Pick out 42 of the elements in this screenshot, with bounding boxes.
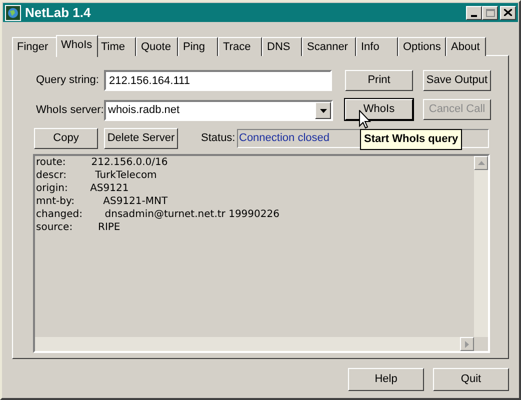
caret-icon (320, 108, 326, 112)
window-title: NetLab 1.4 (25, 4, 91, 22)
status-label: Status: (201, 131, 236, 146)
query-field[interactable]: 212.156.164.111 (104, 70, 332, 91)
dropdown-arrow-button[interactable] (315, 102, 331, 119)
vertical-scrollbar[interactable] (474, 156, 488, 337)
maximize-button[interactable] (482, 6, 498, 20)
tab[interactable]: Scanner (302, 37, 356, 56)
tab[interactable]: Ping (178, 37, 218, 56)
up-arrow-icon (478, 161, 484, 165)
output-text: route: 212.156.0.0/16 descr: TurkTelecom origin: AS9121 mnt-by: AS9121-MNT changed: dnsadmin@turnet.net.tr 19990226 source: RIPE (35, 156, 280, 235)
print-button[interactable]: Print (345, 70, 413, 91)
tab[interactable]: WhoIs (56, 35, 98, 57)
whois-button[interactable]: WhoIs (345, 99, 413, 120)
minimize-icon (471, 14, 477, 16)
help-button[interactable]: Help (348, 368, 424, 391)
tab[interactable]: Time (96, 37, 136, 56)
save-output-button[interactable]: Save Output (423, 70, 491, 91)
query-label: Query string: (36, 73, 100, 88)
copy-button[interactable]: Copy (34, 128, 98, 149)
tab[interactable]: Options (398, 37, 446, 56)
scroll-right-button[interactable] (460, 337, 474, 351)
tab[interactable]: About (446, 37, 486, 56)
app-icon (5, 4, 21, 20)
server-dropdown[interactable]: whois.radb.net (104, 100, 333, 121)
tooltip: Start WhoIs query (360, 129, 462, 150)
tab[interactable]: Finger (12, 37, 58, 56)
close-button[interactable] (500, 6, 516, 20)
maximize-icon (486, 8, 494, 16)
close-icon (504, 9, 512, 16)
right-arrow-icon (465, 340, 469, 348)
status-text: Connection closed (239, 131, 330, 146)
tab[interactable]: Info (356, 37, 398, 56)
minimize-button[interactable] (466, 6, 482, 20)
server-label: WhoIs server: (36, 103, 104, 118)
scroll-up-button[interactable] (474, 156, 488, 170)
tab[interactable]: DNS (262, 37, 302, 56)
horizontal-scrollbar[interactable] (35, 337, 474, 351)
tab[interactable]: Trace (218, 37, 262, 56)
quit-button[interactable]: Quit (433, 368, 509, 391)
delete-server-button[interactable]: Delete Server (104, 128, 178, 149)
tab[interactable]: Quote (136, 37, 178, 56)
